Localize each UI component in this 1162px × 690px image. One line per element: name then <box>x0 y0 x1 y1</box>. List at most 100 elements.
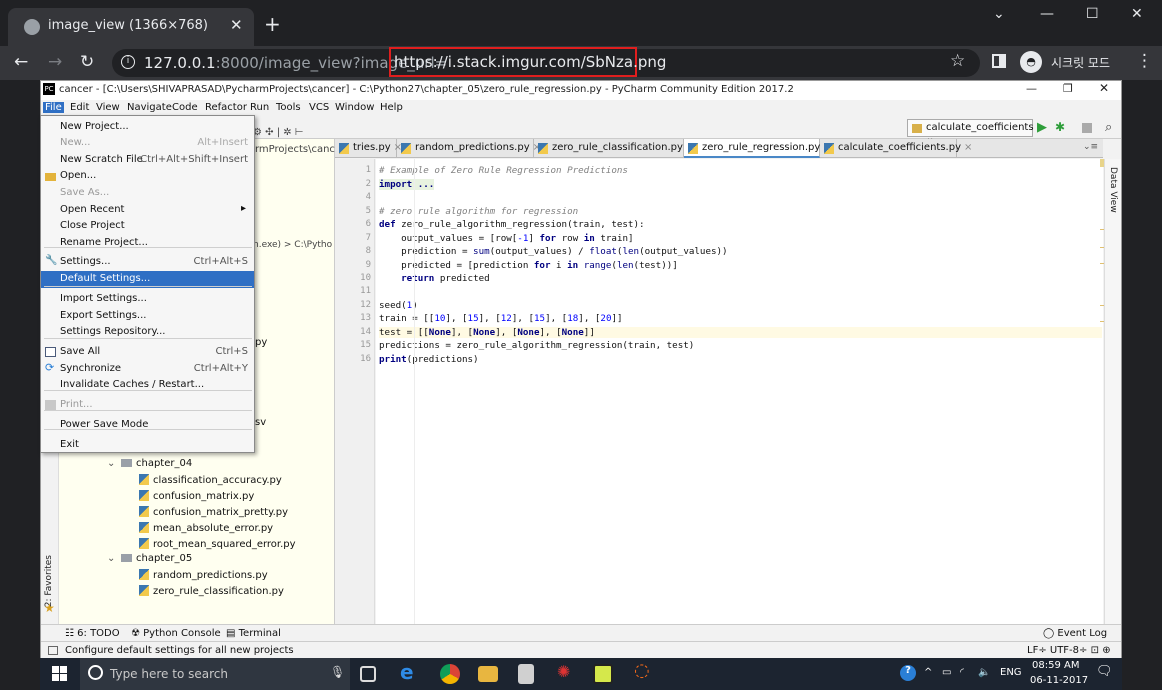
inspector-icon[interactable]: ⊕ <box>1102 645 1110 656</box>
file-menu-item[interactable]: ⟳ Synchronize Ctrl+Alt+Y <box>41 361 254 378</box>
bookmark-star-icon[interactable]: ☆ <box>950 51 965 71</box>
project-panel-gear-icon[interactable]: ⚙ ✣ | ✲ ⊢ <box>253 127 304 138</box>
tree-file[interactable]: confusion_matrix.py <box>139 490 254 502</box>
menu-refactor[interactable]: Refactor <box>203 102 249 113</box>
file-menu-item[interactable]: New... Alt+Insert <box>41 135 254 152</box>
file-menu-item[interactable]: 🔧 Settings... Ctrl+Alt+S <box>41 254 254 271</box>
todo-tool-button[interactable]: ☷ 6: TODO <box>65 628 120 639</box>
tree-file[interactable]: confusion_matrix_pretty.py <box>139 506 288 518</box>
info-icon[interactable]: i <box>121 55 135 69</box>
lock-icon[interactable]: ⊡ <box>1091 645 1099 656</box>
pycharm-taskbar-icon[interactable] <box>593 664 613 684</box>
close-window-button[interactable]: ✕ <box>1131 6 1143 22</box>
file-explorer-icon[interactable] <box>478 666 498 682</box>
tree-folder-chapter-04[interactable]: ⌄ chapter_04 <box>107 458 192 469</box>
volume-icon[interactable]: 🔈 <box>978 667 990 678</box>
stop-icon[interactable] <box>1082 123 1092 133</box>
close-icon[interactable]: × <box>964 142 972 153</box>
status-encoding[interactable]: LF÷ UTF-8÷ ⊡ ⊕ <box>1027 645 1111 656</box>
tab-list-icon[interactable]: ⌄≡ <box>1083 142 1098 152</box>
ide-close-button[interactable]: ✕ <box>1099 81 1109 95</box>
tree-file[interactable]: random_predictions.py <box>139 569 268 581</box>
file-menu-item[interactable]: Invalidate Caches / Restart... <box>41 377 254 394</box>
run-configuration-select[interactable]: calculate_coefficients ⌄ <box>907 119 1034 144</box>
tool-windows-icon[interactable] <box>48 646 58 655</box>
folded-import[interactable]: import ... <box>379 179 435 190</box>
menu-help[interactable]: Help <box>378 102 405 113</box>
menu-view[interactable]: View <box>94 102 122 113</box>
jupyter-icon[interactable]: ◌ <box>634 660 654 681</box>
file-menu-item[interactable]: Save All Ctrl+S <box>41 344 254 361</box>
tab-search-icon[interactable]: ⌄ <box>993 6 1005 22</box>
search-everywhere-icon[interactable]: ⌕ <box>1105 120 1112 135</box>
file-menu-item[interactable]: Exit <box>41 437 254 454</box>
forward-icon[interactable]: → <box>48 52 62 72</box>
edge-icon[interactable]: e <box>400 660 420 684</box>
menu-run[interactable]: Run <box>248 102 271 113</box>
microphone-icon[interactable]: 🎙 <box>330 665 345 679</box>
favorites-label[interactable]: 2: Favorites <box>44 555 54 607</box>
menu-vcs[interactable]: VCS <box>307 102 331 113</box>
file-menu-item[interactable]: Export Settings... <box>41 308 254 325</box>
chevron-down-icon[interactable]: ⌄ <box>107 458 121 469</box>
chevron-down-icon[interactable]: ⌄ <box>107 553 121 564</box>
reload-icon[interactable]: ↻ <box>80 52 94 72</box>
editor-tab[interactable]: tries.py × <box>335 139 402 158</box>
notification-icon[interactable]: 🗨 <box>1096 664 1113 679</box>
menu-navigate[interactable]: Navigate <box>125 102 174 113</box>
clock-time[interactable]: 08:59 AM <box>1032 660 1079 671</box>
editor-tab[interactable]: random_predictions.py × <box>397 139 541 158</box>
event-log-tool-button[interactable]: ◯ Event Log <box>1043 628 1107 639</box>
file-menu-item[interactable]: Rename Project... <box>41 235 254 252</box>
incognito-icon[interactable]: ◓ <box>1020 51 1042 73</box>
maximize-button[interactable]: ☐ <box>1086 6 1099 22</box>
menu-file[interactable]: File <box>43 102 64 113</box>
menu-code[interactable]: Code <box>170 102 200 113</box>
file-menu-item[interactable]: Open Recent ▸ <box>41 202 254 219</box>
chrome-icon[interactable] <box>440 664 460 684</box>
battery-icon[interactable]: ▭ <box>942 667 951 678</box>
editor-tab-active[interactable]: zero_rule_regression.py × <box>684 139 832 158</box>
task-view-icon[interactable] <box>360 666 376 682</box>
windows-start-icon[interactable] <box>52 666 67 681</box>
file-menu-item[interactable]: Power Save Mode <box>41 417 254 434</box>
menu-tools[interactable]: Tools <box>274 102 303 113</box>
editor-tab[interactable]: calculate_coefficients.py × <box>820 139 972 158</box>
debug-icon[interactable]: ✱ <box>1055 120 1065 134</box>
run-icon[interactable]: ▶ <box>1037 120 1047 135</box>
tree-file[interactable]: root_mean_squared_error.py <box>139 538 296 550</box>
side-panel-icon[interactable] <box>992 54 1006 68</box>
file-menu-item[interactable]: Close Project <box>41 218 254 235</box>
minimize-button[interactable]: — <box>1040 6 1054 22</box>
calculator-icon[interactable] <box>518 664 534 684</box>
python-console-tool-button[interactable]: ☢ Python Console <box>131 628 221 639</box>
browser-tab[interactable]: image_view (1366×768) ✕ <box>8 8 254 46</box>
spider-app-icon[interactable]: ✺ <box>557 662 577 682</box>
taskbar-search-box[interactable]: Type here to search 🎙 <box>80 658 350 690</box>
file-menu-item[interactable]: Save As... <box>41 185 254 202</box>
chevron-up-icon[interactable]: ^ <box>924 667 932 678</box>
file-menu-item[interactable]: Print... <box>41 397 254 414</box>
code-editor[interactable]: # Example of Zero Rule Regression Predic… <box>376 159 1107 624</box>
browser-menu-icon[interactable]: ⋮ <box>1136 51 1153 71</box>
tree-file[interactable]: zero_rule_classification.py <box>139 585 284 597</box>
ide-minimize-button[interactable]: — <box>1026 82 1037 95</box>
help-icon[interactable]: ? <box>900 665 916 681</box>
close-tab-icon[interactable]: ✕ <box>230 16 243 34</box>
terminal-tool-button[interactable]: ▤ Terminal <box>226 628 281 639</box>
file-menu-item[interactable]: New Project... <box>41 119 254 136</box>
wifi-icon[interactable]: ◜ <box>960 667 964 678</box>
tree-file[interactable]: classification_accuracy.py <box>139 474 282 486</box>
tree-folder-chapter-05[interactable]: ⌄ chapter_05 <box>107 553 192 564</box>
tree-file[interactable]: mean_absolute_error.py <box>139 522 273 534</box>
back-icon[interactable]: ← <box>14 52 28 72</box>
menu-window[interactable]: Window <box>333 102 376 113</box>
file-menu-item[interactable]: New Scratch File Ctrl+Alt+Shift+Insert <box>41 152 254 169</box>
editor-tab[interactable]: zero_rule_classification.py× <box>534 139 694 158</box>
menu-edit[interactable]: Edit <box>68 102 91 113</box>
ide-restore-button[interactable]: ❐ <box>1063 82 1073 95</box>
data-view-tool-button[interactable]: Data View <box>1108 167 1118 213</box>
new-tab-button[interactable]: + <box>264 12 281 36</box>
language-indicator[interactable]: ENG <box>1000 667 1022 678</box>
file-menu-item[interactable]: Import Settings... <box>41 291 254 308</box>
